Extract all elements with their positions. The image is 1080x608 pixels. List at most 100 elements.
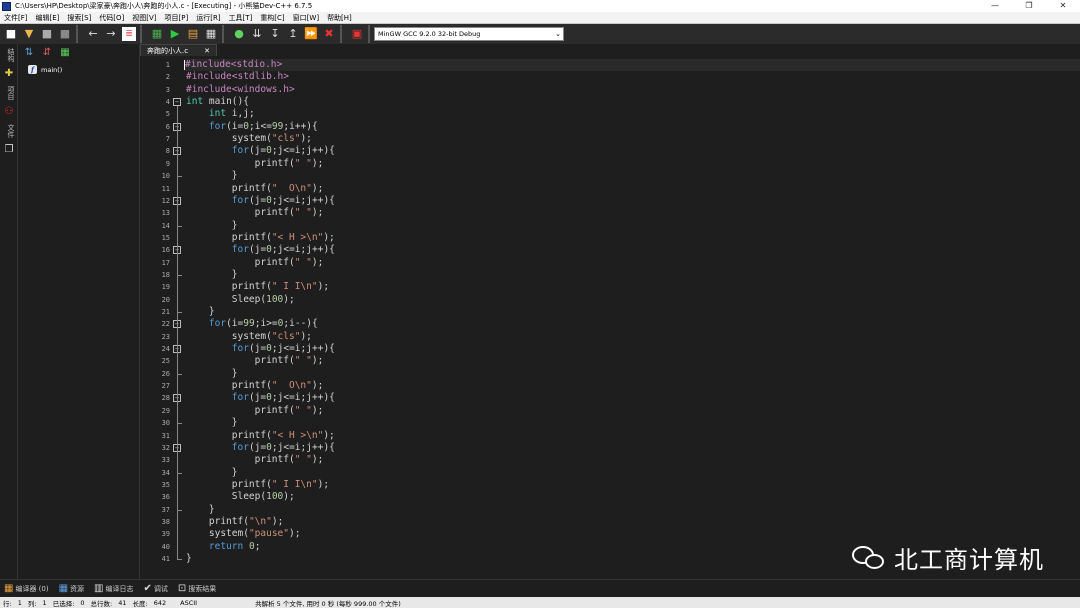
run-icon[interactable]: ▶	[168, 27, 182, 41]
files-icon[interactable]: ❐	[2, 144, 16, 156]
code-line[interactable]: }	[186, 467, 238, 479]
continue-icon[interactable]: ⏩	[304, 27, 318, 41]
code-line[interactable]: printf("< H >\n");	[186, 430, 335, 442]
code-line[interactable]: for(j=0;j<=i;j++){	[186, 244, 335, 256]
class-item-label: main()	[41, 65, 63, 74]
structure-icon[interactable]: ✚	[2, 68, 16, 80]
compiler-select[interactable]: MinGW GCC 9.2.0 32-bit Debug ⌄	[374, 27, 564, 41]
menu-edit[interactable]: 编辑[E]	[32, 13, 64, 23]
code-line[interactable]: system("cls");	[186, 331, 312, 343]
code-line[interactable]: #include<stdio.h>	[184, 59, 1080, 72]
redo-icon[interactable]: →	[104, 27, 118, 41]
project-tab[interactable]: 项目	[2, 86, 16, 100]
menu-run[interactable]: 运行[R]	[192, 13, 224, 23]
undo-icon[interactable]: ←	[86, 27, 100, 41]
code-line[interactable]: system("cls");	[186, 133, 312, 145]
debug-bug-icon[interactable]: ●	[232, 27, 246, 41]
step-over-icon[interactable]: ⇊	[250, 27, 264, 41]
code-line[interactable]: printf(" ");	[186, 257, 324, 269]
main-toolbar: ■ ▼ ■ ■ ← → ≣ ▦ ▶ ▤ ▦ ● ⇊ ↧ ↥ ⏩ ✖ ▣ MinG…	[0, 24, 1080, 44]
menu-refactor[interactable]: 重构[C]	[256, 13, 288, 23]
structure-tab[interactable]: 结构	[2, 48, 16, 62]
stop-icon[interactable]: ✖	[322, 27, 336, 41]
menu-project[interactable]: 项目[P]	[161, 13, 193, 23]
code-line[interactable]: }	[186, 417, 238, 429]
code-line[interactable]: printf(" I I\n");	[186, 281, 329, 293]
code-editor[interactable]: 1 2 3 4 5 6 7 8 9 10 11 12 13 14 15 16 17 18 19 20 21 22 23 24 2…	[140, 57, 1080, 577]
fold-toggle-icon[interactable]: −	[173, 98, 181, 107]
menu-window[interactable]: 窗口[W]	[289, 13, 323, 23]
tab-resources[interactable]: ▦ 资源	[59, 583, 84, 594]
code-line[interactable]: for(i=99;i>=0;i--){	[186, 318, 318, 330]
code-line[interactable]: }	[186, 368, 238, 380]
tab-debug[interactable]: ✔ 调试	[144, 583, 168, 594]
save-icon[interactable]: ■	[40, 27, 54, 41]
code-line[interactable]: int main(){	[186, 96, 249, 108]
code-line[interactable]: }	[186, 170, 238, 182]
code-line[interactable]: printf(" O\n");	[186, 183, 324, 195]
code-line[interactable]: for(j=0;j<=i;j++){	[186, 343, 335, 355]
close-icon[interactable]: ✕	[204, 47, 210, 55]
code-line[interactable]: Sleep(100);	[186, 491, 295, 503]
minimize-button[interactable]: —	[978, 0, 1012, 12]
code-line[interactable]: for(i=0;i<=99;i++){	[186, 121, 318, 133]
tab-compile-log[interactable]: ▥ 编译日志	[94, 583, 133, 594]
code-line[interactable]: system("pause");	[186, 528, 301, 540]
format-icon[interactable]: ≣	[122, 27, 136, 41]
code-line[interactable]: printf(" ");	[186, 207, 324, 219]
line-number: 40	[161, 542, 170, 551]
compile-run-icon[interactable]: ▤	[186, 27, 200, 41]
maximize-button[interactable]: ❐	[1012, 0, 1046, 12]
sort-alpha-icon[interactable]: ⇅	[22, 46, 36, 60]
line-number: 29	[161, 406, 170, 415]
code-line[interactable]: #include<windows.h>	[186, 84, 295, 96]
code-line[interactable]: }	[186, 504, 215, 516]
code-line[interactable]: printf("< H >\n");	[186, 232, 335, 244]
code-line[interactable]: printf("\n");	[186, 516, 283, 528]
code-line[interactable]: }	[186, 553, 192, 565]
editor-tab-file[interactable]: 奔跑的小人.c ✕	[140, 44, 217, 56]
profile-icon[interactable]: ▣	[350, 27, 364, 41]
menu-view[interactable]: 视图[V]	[128, 13, 160, 23]
code-line[interactable]: return 0;	[186, 541, 261, 553]
compile-icon[interactable]: ▦	[150, 27, 164, 41]
code-line[interactable]: printf(" ");	[186, 405, 324, 417]
code-line[interactable]: Sleep(100);	[186, 294, 295, 306]
show-inherited-icon[interactable]: ▦	[58, 46, 72, 60]
save-all-icon[interactable]: ■	[58, 27, 72, 41]
menu-help[interactable]: 帮助[H]	[323, 13, 356, 23]
rebuild-icon[interactable]: ▦	[204, 27, 218, 41]
line-number: 23	[161, 332, 170, 341]
menu-search[interactable]: 搜索[S]	[63, 13, 95, 23]
code-line[interactable]: printf(" ");	[186, 355, 324, 367]
code-line[interactable]: printf(" I I\n");	[186, 479, 329, 491]
code-line[interactable]: for(j=0;j<=i;j++){	[186, 145, 335, 157]
tab-compiler[interactable]: ▦ 编译器 (0)	[4, 583, 49, 594]
menu-code[interactable]: 代码[O]	[95, 13, 128, 23]
code-line[interactable]: for(j=0;j<=i;j++){	[186, 195, 335, 207]
menu-file[interactable]: 文件[F]	[0, 13, 32, 23]
code-line[interactable]: printf(" O\n");	[186, 380, 324, 392]
menu-tools[interactable]: 工具[T]	[225, 13, 257, 23]
class-item-main[interactable]: f main()	[28, 65, 62, 74]
code-line[interactable]: for(j=0;j<=i;j++){	[186, 442, 335, 454]
code-line[interactable]: printf(" ");	[186, 454, 324, 466]
code-line[interactable]: printf(" ");	[186, 158, 324, 170]
line-number: 36	[161, 493, 170, 502]
code-line[interactable]: int i,j;	[186, 108, 255, 120]
new-file-icon[interactable]: ■	[4, 27, 18, 41]
code-line[interactable]: }	[186, 220, 238, 232]
open-folder-icon[interactable]: ▼	[22, 27, 36, 41]
status-line-value: 1	[17, 598, 22, 607]
tab-search-results[interactable]: ⊡ 搜索结果	[178, 583, 216, 594]
code-line[interactable]: #include<stdlib.h>	[186, 71, 289, 83]
step-into-icon[interactable]: ↧	[268, 27, 282, 41]
sort-type-icon[interactable]: ⇵	[40, 46, 54, 60]
step-out-icon[interactable]: ↥	[286, 27, 300, 41]
code-line[interactable]: for(j=0;j<=i;j++){	[186, 392, 335, 404]
code-line[interactable]: }	[186, 306, 215, 318]
project-icon[interactable]: ⚇	[2, 106, 16, 118]
files-tab[interactable]: 文件	[2, 124, 16, 138]
close-window-button[interactable]: ✕	[1046, 0, 1080, 12]
code-line[interactable]: }	[186, 269, 238, 281]
